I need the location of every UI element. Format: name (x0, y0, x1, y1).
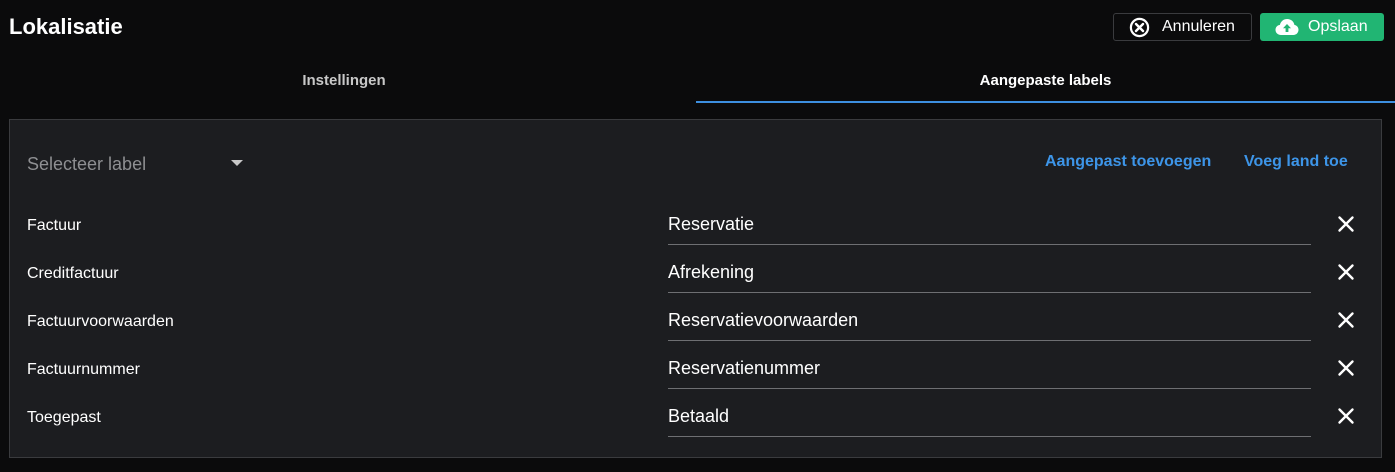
custom-labels-panel: Selecteer label Aangepast toevoegen Voeg… (9, 119, 1382, 458)
label-key: Factuurnummer (27, 361, 140, 378)
save-button[interactable]: Opslaan (1260, 13, 1384, 41)
close-icon[interactable] (1337, 215, 1355, 233)
label-key: Creditfactuur (27, 265, 119, 282)
label-value-input[interactable]: Reservatie (668, 214, 1311, 245)
label-value-input[interactable]: Reservatienummer (668, 358, 1311, 389)
label-row: Creditfactuur Afrekening (10, 262, 1383, 313)
label-row: Factuur Reservatie (10, 214, 1383, 265)
label-select-placeholder: Selecteer label (27, 153, 147, 174)
label-value-input[interactable]: Betaald (668, 406, 1311, 437)
tab-aangepaste-labels[interactable]: Aangepaste labels (696, 58, 1395, 103)
cancel-button-label: Annuleren (1162, 18, 1235, 35)
page-title: Lokalisatie (9, 14, 123, 39)
label-value-input[interactable]: Reservatievoorwaarden (668, 310, 1311, 341)
label-key: Factuurvoorwaarden (27, 313, 174, 330)
page-header: Lokalisatie Annuleren Opslaan (0, 0, 1395, 58)
cloud-upload-icon (1275, 18, 1299, 36)
label-value-input[interactable]: Afrekening (668, 262, 1311, 293)
label-row: Factuurvoorwaarden Reservatievoorwaarden (10, 310, 1383, 361)
label-key: Toegepast (27, 409, 101, 426)
close-icon[interactable] (1337, 407, 1355, 425)
label-row: Toegepast Betaald (10, 406, 1383, 457)
label-key: Factuur (27, 217, 82, 234)
close-icon[interactable] (1337, 263, 1355, 281)
cancel-button[interactable]: Annuleren (1113, 13, 1252, 41)
label-row: Factuurnummer Reservatienummer (10, 358, 1383, 409)
tab-instellingen[interactable]: Instellingen (0, 58, 688, 103)
close-icon[interactable] (1337, 311, 1355, 329)
circle-x-icon (1129, 17, 1150, 38)
save-button-label: Opslaan (1308, 18, 1368, 35)
add-country-link[interactable]: Voeg land toe (1244, 153, 1348, 171)
label-select[interactable]: Selecteer label (27, 151, 243, 177)
chevron-down-icon (231, 160, 243, 166)
close-icon[interactable] (1337, 359, 1355, 377)
tab-bar: Instellingen Aangepaste labels (0, 58, 1395, 103)
add-custom-label-link[interactable]: Aangepast toevoegen (1045, 153, 1211, 171)
